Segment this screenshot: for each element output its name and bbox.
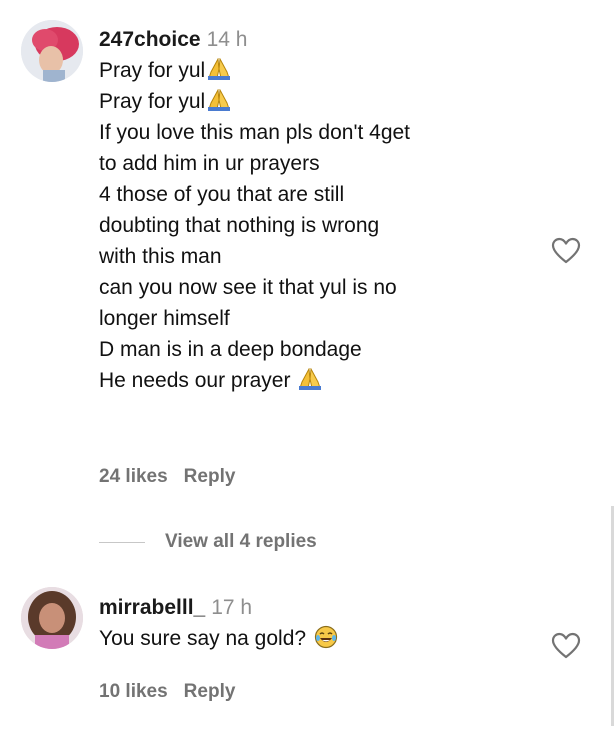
- comment-text-line: doubting that nothing is wrong: [99, 214, 380, 237]
- folded-hands-icon: [208, 58, 231, 80]
- comment-text-line: Pray for yul: [99, 86, 529, 117]
- comment-text-line: D man is in a deep bondage: [99, 338, 362, 361]
- comment-text-line: If you love this man pls don't 4get: [99, 121, 411, 144]
- reply-button[interactable]: Reply: [184, 466, 236, 487]
- folded-hands-icon: [208, 89, 231, 111]
- likes-count[interactable]: 10 likes: [99, 681, 168, 702]
- comment-timestamp[interactable]: 14 h: [207, 28, 248, 51]
- comment-text-line: with this man: [99, 245, 222, 268]
- comment-text-line: He needs our prayer: [99, 365, 529, 396]
- comment-text-line: to add him in ur prayers: [99, 152, 320, 175]
- like-heart-icon[interactable]: [551, 237, 581, 265]
- comment-meta: 24 likes Reply: [99, 466, 251, 488]
- avatar[interactable]: [21, 20, 83, 82]
- comment-text-line: Pray for yul: [99, 55, 529, 86]
- view-replies-toggle[interactable]: View all 4 replies: [99, 531, 317, 553]
- folded-hands-icon: [299, 368, 322, 390]
- comment-text-line: You sure say na gold?: [99, 623, 529, 654]
- comment-text-line: longer himself: [99, 307, 230, 330]
- avatar[interactable]: [21, 587, 83, 649]
- divider: [99, 541, 145, 543]
- tears-of-joy-icon: [314, 625, 337, 649]
- comment-username[interactable]: mirrabelll_: [99, 596, 205, 619]
- view-replies-label[interactable]: View all 4 replies: [165, 531, 317, 553]
- comment-timestamp[interactable]: 17 h: [211, 596, 252, 619]
- comment-text-line: 4 those of you that are still: [99, 183, 345, 206]
- comment-text-line: can you now see it that yul is no: [99, 276, 397, 299]
- like-heart-icon[interactable]: [551, 632, 581, 660]
- likes-count[interactable]: 24 likes: [99, 466, 168, 487]
- comment-username[interactable]: 247choice: [99, 28, 201, 51]
- reply-button[interactable]: Reply: [184, 681, 236, 702]
- comment-meta: 10 likes Reply: [99, 681, 251, 703]
